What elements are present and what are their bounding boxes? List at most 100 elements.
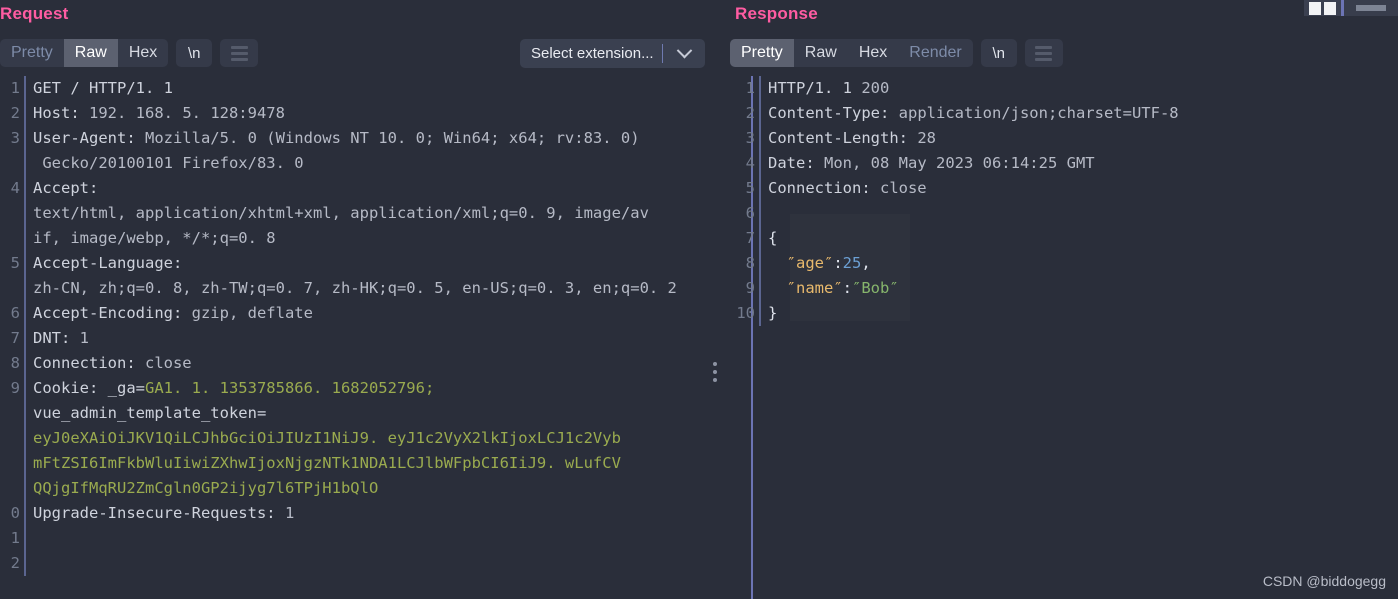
line-number: 2: [745, 104, 755, 122]
window-controls[interactable]: [1304, 0, 1398, 16]
code-line: eyJ0eXAiOiJKV1QiLCJhbGciOiJIUzI1NiJ9. ey…: [33, 426, 740, 451]
code-token: Host:: [33, 104, 89, 122]
code-token: vue_admin_template_token=: [33, 404, 267, 422]
line-number: [0, 476, 20, 501]
code-token: GET / HTTP/1. 1: [33, 79, 173, 97]
code-line: QQjgIfMqRU2ZmCgln0GP2ijyg7l6TPjH1bQlO: [33, 476, 740, 501]
line-number: 10: [736, 304, 755, 322]
code-token: Connection:: [33, 354, 145, 372]
line-number: [0, 451, 20, 476]
code-line: Upgrade-Insecure-Requests: 1: [33, 501, 740, 526]
request-editor[interactable]: 1 2 3 4 5 6 7 8 9 0 1 2 GET / HTTP/1. 1 Host: 192. 1…: [0, 76, 740, 599]
code-token: 192. 168. 5. 128:9478: [89, 104, 285, 122]
line-number: 1: [10, 79, 20, 97]
window-square-2-icon[interactable]: [1324, 1, 1336, 15]
request-newline-toggle[interactable]: \n: [176, 39, 213, 67]
code-token: text/html, application/xhtml+xml, applic…: [33, 204, 649, 222]
line-number: [0, 276, 20, 301]
code-token: 28: [917, 129, 936, 147]
code-token: HTTP/1. 1: [768, 79, 862, 97]
code-line: Gecko/20100101 Firefox/83. 0: [33, 151, 740, 176]
code-line: }: [768, 301, 1398, 326]
request-line-numbers: 1 2 3 4 5 6 7 8 9 0 1 2: [0, 76, 24, 576]
line-number: 8: [10, 354, 20, 372]
code-line: Accept-Language:: [33, 251, 740, 276]
code-token: close: [879, 179, 927, 197]
code-token: ″Bob″: [852, 279, 899, 297]
request-panel-title: Request: [0, 4, 69, 23]
tab-response-render[interactable]: Render: [898, 39, 972, 67]
line-number: 0: [10, 504, 20, 522]
response-panel-title: Response: [735, 4, 818, 23]
code-token: eyJ0eXAiOiJKV1QiLCJhbGciOiJIUzI1NiJ9. ey…: [33, 429, 621, 447]
code-line: ″name″:″Bob″: [768, 276, 1398, 301]
code-token: 200: [861, 79, 890, 97]
code-token: Cookie: _ga=: [33, 379, 145, 397]
tab-response-pretty[interactable]: Pretty: [730, 39, 794, 67]
code-token: 25: [842, 254, 862, 272]
select-extension-dropdown[interactable]: Select extension...: [520, 39, 705, 68]
code-line: GET / HTTP/1. 1: [33, 76, 740, 101]
code-line: Content-Length: 28: [768, 126, 1398, 151]
code-token: DNT:: [33, 329, 80, 347]
request-hamburger-icon[interactable]: [220, 39, 259, 67]
tab-request-hex[interactable]: Hex: [118, 39, 168, 67]
select-extension-label: Select extension...: [531, 45, 654, 62]
line-number: 9: [745, 279, 755, 297]
request-tabbar: Pretty Raw Hex \n: [0, 39, 259, 67]
line-number: 3: [10, 129, 20, 147]
code-token: mFtZSI6ImFkbWluIiwiZXhwIjoxNjgzNTk1NDA1L…: [33, 454, 621, 472]
line-number: 2: [10, 104, 20, 122]
code-token: Content-Length:: [768, 129, 918, 147]
code-token: User-Agent:: [33, 129, 145, 147]
code-line: if, image/webp, */*;q=0. 8: [33, 226, 740, 251]
line-number: 6: [745, 204, 755, 222]
response-content[interactable]: HTTP/1. 1 200 Content-Type: application/j…: [768, 76, 1398, 326]
request-view-tabs: Pretty Raw Hex: [0, 39, 169, 67]
code-line: mFtZSI6ImFkbWluIiwiZXhwIjoxNjgzNTk1NDA1L…: [33, 451, 740, 476]
code-token: Accept-Language:: [33, 254, 183, 272]
code-token: ,: [861, 254, 871, 272]
window-square-1-icon[interactable]: [1309, 1, 1321, 15]
code-token: Mon, 08 May 2023 06:14:25 GMT: [824, 154, 1095, 172]
code-token: ″age″: [768, 254, 834, 272]
line-number: 8: [745, 254, 755, 272]
line-number: 4: [10, 179, 20, 197]
window-minimize-group[interactable]: [1344, 0, 1398, 16]
window-minimize-icon[interactable]: [1356, 5, 1386, 11]
code-line: Connection: close: [768, 176, 1398, 201]
response-editor[interactable]: 1 2 3 4 5 6 7 8 9 10 HTTP/1. 1 200 Content-Type: a…: [727, 76, 1398, 599]
vertical-dots-icon[interactable]: [713, 362, 717, 382]
code-line: zh-CN, zh;q=0. 8, zh-TW;q=0. 7, zh-HK;q=…: [33, 276, 740, 301]
code-token: }: [768, 304, 778, 322]
line-number: [0, 151, 20, 176]
response-hamburger-icon[interactable]: [1024, 39, 1063, 67]
tab-response-hex[interactable]: Hex: [848, 39, 898, 67]
code-line: Connection: close: [33, 351, 740, 376]
tab-request-raw[interactable]: Raw: [63, 39, 118, 67]
window-restore-group[interactable]: [1304, 0, 1341, 16]
line-number: 7: [745, 229, 755, 247]
line-number: 5: [10, 254, 20, 272]
code-line: Accept-Encoding: gzip, deflate: [33, 301, 740, 326]
request-content[interactable]: GET / HTTP/1. 1 Host: 192. 168. 5. 128:94…: [33, 76, 740, 576]
code-token: {: [768, 229, 778, 247]
code-token: Connection:: [768, 179, 880, 197]
line-number: 2: [10, 554, 20, 572]
code-token: application/json;charset=UTF-8: [898, 104, 1179, 122]
response-newline-toggle[interactable]: \n: [980, 39, 1017, 67]
code-token: 1: [79, 329, 90, 347]
code-token: zh-CN, zh;q=0. 8, zh-TW;q=0. 7, zh-HK;q=…: [33, 279, 677, 297]
code-line: Cookie: _ga=GA1. 1. 1353785866. 16820527…: [33, 376, 740, 401]
burp-repeater-window: Request Pretty Raw Hex \n Select extensi…: [0, 0, 1398, 599]
response-tabbar: Pretty Raw Hex Render \n: [730, 39, 1063, 67]
tab-response-raw[interactable]: Raw: [794, 39, 848, 67]
tab-request-pretty[interactable]: Pretty: [0, 39, 64, 67]
response-gutter-rule: [759, 76, 761, 326]
code-line: HTTP/1. 1 200: [768, 76, 1398, 101]
chevron-down-icon[interactable]: [663, 42, 705, 59]
code-line: Date: Mon, 08 May 2023 06:14:25 GMT: [768, 151, 1398, 176]
code-token: Date:: [768, 154, 824, 172]
line-number: [0, 426, 20, 451]
